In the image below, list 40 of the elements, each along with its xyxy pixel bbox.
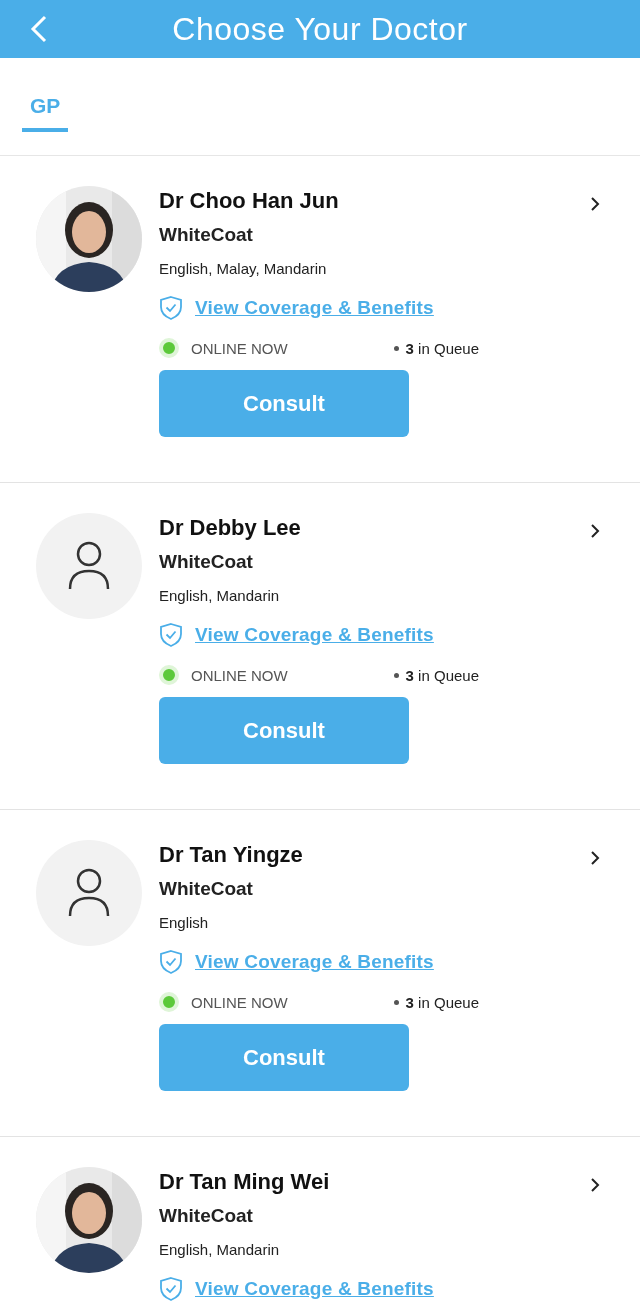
- languages: English: [159, 913, 210, 933]
- status-label: ONLINE NOW: [191, 993, 289, 1011]
- coverage-link[interactable]: View Coverage & Benefits: [195, 1278, 434, 1300]
- coverage-link[interactable]: View Coverage & Benefits: [195, 624, 434, 646]
- clinic-name: WhiteCoat: [159, 1204, 254, 1228]
- queue-count: 3 in Queue: [405, 666, 479, 684]
- shield-check-icon: [159, 295, 183, 321]
- chevron-right-icon[interactable]: [590, 1177, 600, 1193]
- status-label: ONLINE NOW: [191, 666, 289, 684]
- coverage-link[interactable]: View Coverage & Benefits: [195, 297, 434, 319]
- chevron-right-icon[interactable]: [590, 196, 600, 212]
- languages: English, Mandarin: [159, 586, 281, 606]
- clinic-name: WhiteCoat: [159, 877, 254, 901]
- consult-button[interactable]: Consult: [159, 1024, 409, 1091]
- chevron-right-icon[interactable]: [590, 850, 600, 866]
- queue-count: 3 in Queue: [405, 993, 479, 1011]
- consult-button[interactable]: Consult: [159, 370, 409, 437]
- user-icon: [68, 868, 110, 918]
- languages: English, Malay, Mandarin: [159, 259, 328, 279]
- shield-check-icon: [159, 949, 183, 975]
- doctor-name: Dr Debby Lee: [159, 514, 302, 542]
- languages: English, Mandarin: [159, 1240, 281, 1260]
- page-title: Choose Your Doctor: [172, 10, 468, 48]
- bullet-icon: [393, 999, 399, 1005]
- doctor-name: Dr Tan Yingze: [159, 841, 304, 869]
- doctor-name: Dr Tan Ming Wei: [159, 1168, 331, 1196]
- bullet-icon: [393, 345, 399, 351]
- consult-button[interactable]: Consult: [159, 697, 409, 764]
- shield-check-icon: [159, 622, 183, 648]
- queue-count: 3 in Queue: [405, 339, 479, 357]
- chevron-right-icon[interactable]: [590, 523, 600, 539]
- bullet-icon: [393, 672, 399, 678]
- doctor-name: Dr Choo Han Jun: [159, 187, 340, 215]
- user-icon: [68, 541, 110, 591]
- shield-check-icon: [159, 1276, 183, 1302]
- status-label: ONLINE NOW: [191, 339, 289, 357]
- clinic-name: WhiteCoat: [159, 223, 254, 247]
- coverage-link[interactable]: View Coverage & Benefits: [195, 951, 434, 973]
- clinic-name: WhiteCoat: [159, 550, 254, 574]
- tab[interactable]: GP: [22, 58, 68, 132]
